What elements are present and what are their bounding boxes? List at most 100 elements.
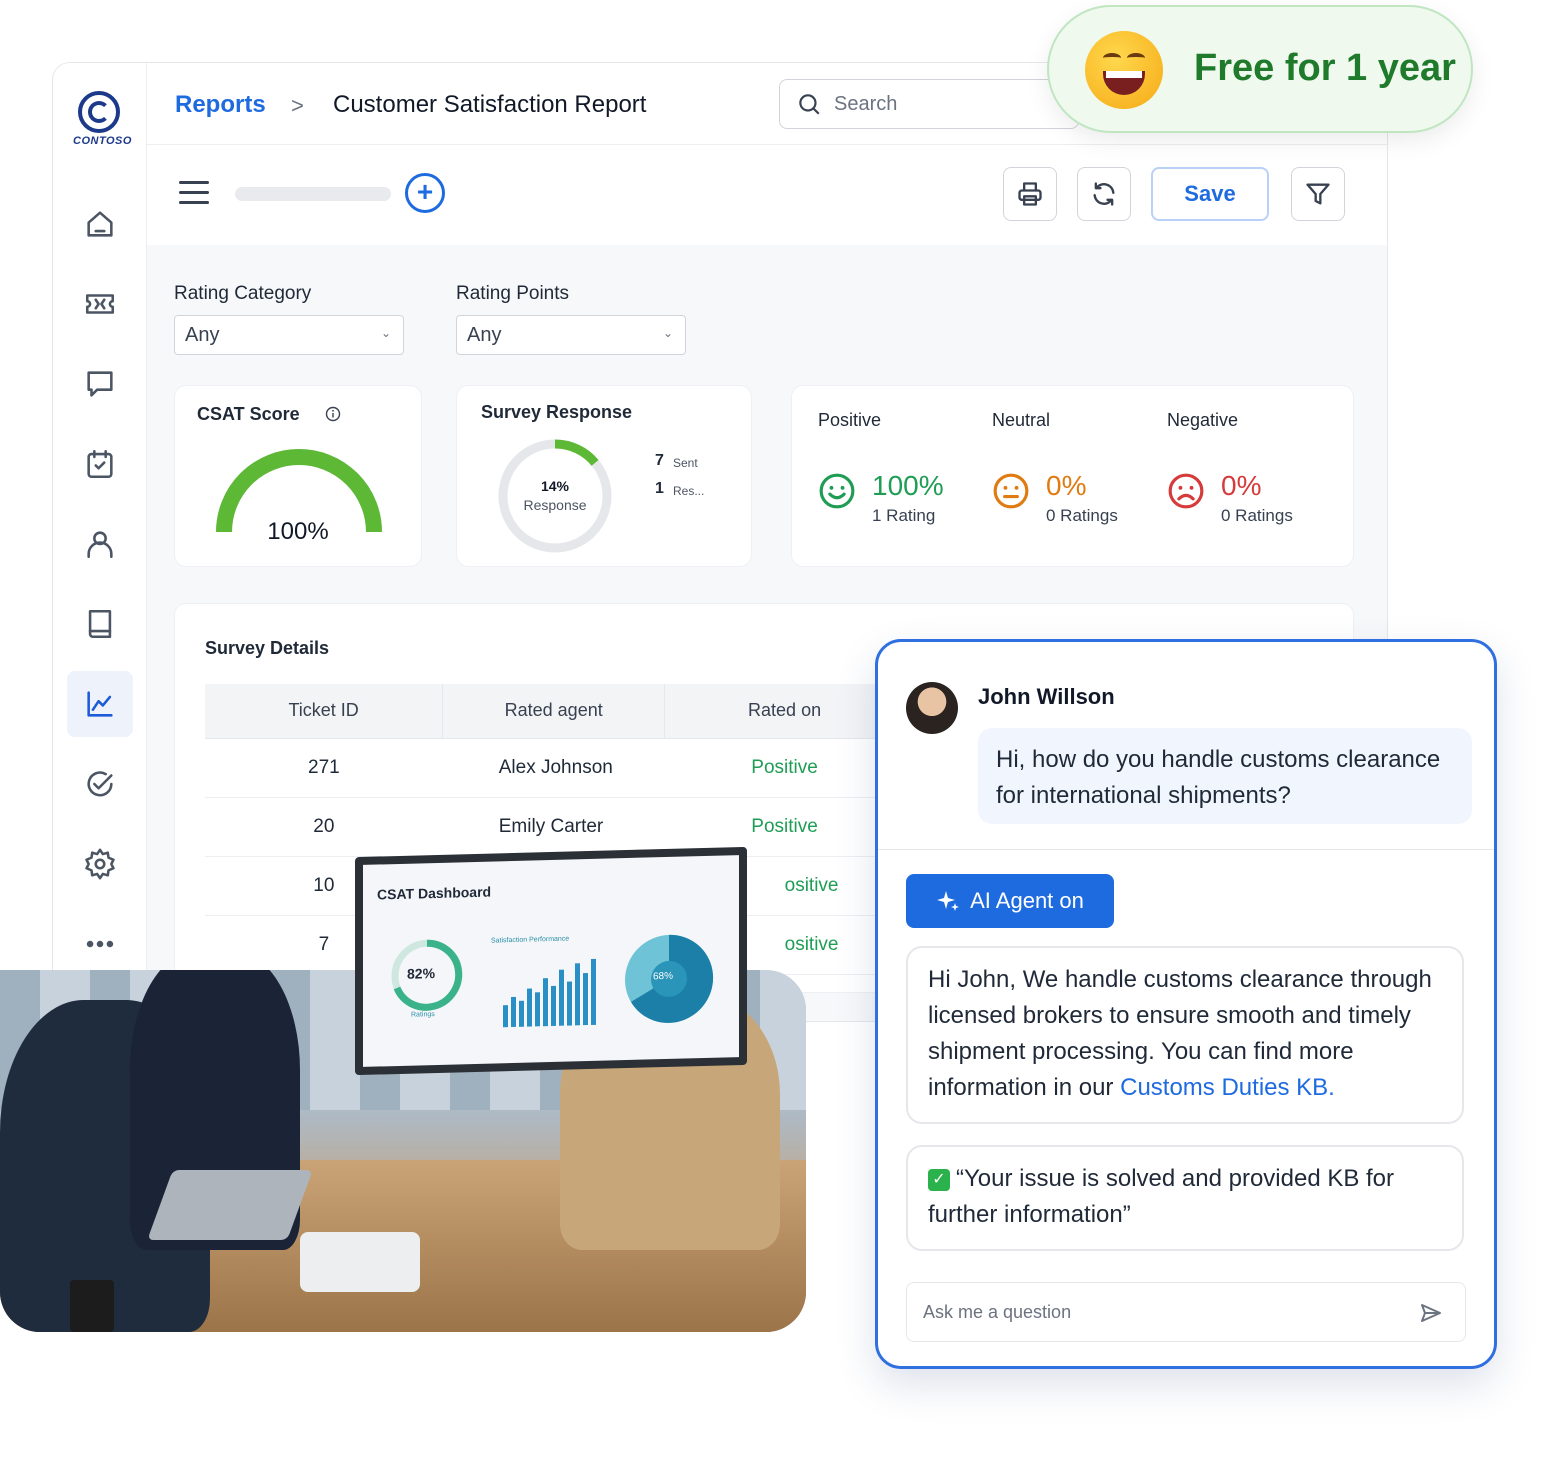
nav-settings[interactable] (67, 831, 133, 897)
bot-message: Hi John, We handle customs clearance thr… (906, 946, 1464, 1124)
loading-placeholder (235, 187, 391, 201)
refresh-button[interactable] (1077, 167, 1131, 221)
gear-icon (85, 848, 115, 880)
table-header-row: Ticket ID Rated agent Rated on (205, 684, 905, 739)
home-icon (87, 211, 113, 237)
survey-response-card: Survey Response 14% Response 7 Sent 1 Re… (456, 385, 752, 567)
check-mark-icon: ✓ (928, 1169, 950, 1191)
printer-icon (1018, 182, 1042, 206)
neutral-face-icon (993, 473, 1029, 509)
negative-label: Negative (1167, 410, 1239, 430)
chat-panel: John Willson Hi, how do you handle custo… (875, 639, 1497, 1369)
monitor-screen: CSAT Dashboard Satisfaction Performance … (363, 855, 739, 1067)
print-button[interactable] (1003, 167, 1057, 221)
rating-category-select[interactable]: Any ⌄ (174, 315, 404, 355)
chevron-down-icon: ⌄ (662, 326, 673, 340)
line-chart-icon (87, 691, 113, 717)
logo-text: CONTOSO (73, 135, 132, 147)
column-rated-on[interactable]: Rated on (664, 684, 905, 739)
filter-icon (1306, 183, 1330, 205)
avatar (906, 682, 958, 734)
ai-agent-label: AI Agent on (970, 888, 1084, 913)
add-button[interactable]: + (405, 173, 445, 213)
ai-agent-toggle[interactable]: AI Agent on (906, 874, 1114, 928)
page-title: Customer Satisfaction Report (333, 91, 647, 118)
sidebar: CONTOSO (53, 63, 147, 1021)
rating-points-label: Rating Points (456, 283, 570, 304)
table-row[interactable]: 20 Emily Carter Positive (205, 797, 905, 857)
nav-contacts[interactable] (67, 511, 133, 577)
search-input[interactable]: Search (779, 79, 1079, 129)
free-trial-badge: Free for 1 year (1047, 5, 1473, 133)
resolution-text: “Your issue is solved and provided KB fo… (928, 1165, 1395, 1228)
survey-response-percent-label: Response (523, 497, 587, 513)
refresh-icon (1093, 182, 1115, 206)
calendar-check-icon (87, 449, 113, 479)
positive-label: Positive (818, 410, 882, 430)
csat-value: 100% (267, 518, 329, 545)
breadcrumb-reports-link[interactable]: Reports (175, 91, 266, 119)
smile-icon (819, 473, 855, 509)
coffee-cup (70, 1280, 114, 1332)
rating-points-value: Any (467, 323, 502, 346)
table-row[interactable]: 271 Alex Johnson Positive (205, 738, 905, 798)
resolution-message: ✓ “Your issue is solved and provided KB f… (906, 1145, 1464, 1251)
ring-fill (554, 439, 599, 466)
monitor-pie-value: 68% (653, 970, 674, 983)
positive-ratings: 1 Rating (872, 506, 936, 525)
neutral-percent: 0% (1046, 470, 1087, 501)
laptop (147, 1170, 313, 1240)
responded-count: 1 (655, 480, 664, 497)
nav-approvals[interactable] (67, 751, 133, 817)
sentiment-card: Positive 100% 1 Rating Neutral 0% 0 Rati… (791, 385, 1354, 567)
chat-bubble-icon (87, 371, 113, 397)
divider (878, 849, 1494, 850)
projector (300, 1232, 420, 1292)
nav-home[interactable] (67, 191, 133, 257)
sad-face-icon (1168, 473, 1204, 509)
send-icon[interactable] (1419, 1301, 1443, 1325)
customs-duties-kb-link[interactable]: Customs Duties KB. (1120, 1074, 1335, 1101)
rating-points-select[interactable]: Any ⌄ (456, 315, 686, 355)
nav-tasks[interactable] (67, 431, 133, 497)
column-rated-agent[interactable]: Rated agent (442, 684, 666, 739)
toolbar: + Save (147, 145, 1387, 245)
monitor-ring-label: Ratings (411, 1011, 435, 1019)
sparkle-icon (937, 891, 960, 911)
free-trial-text: Free for 1 year (1194, 47, 1456, 89)
nav-tickets[interactable] (67, 271, 133, 337)
survey-response-ring (498, 439, 612, 553)
logo-mark (78, 91, 120, 133)
menu-icon[interactable] (179, 181, 209, 205)
chevron-down-icon: ⌄ (380, 326, 391, 340)
monitor-ring-value: 82% (407, 965, 436, 982)
nav-chat[interactable] (67, 351, 133, 417)
rated-agent: Emily Carter (442, 797, 665, 857)
responded-label: Res... (673, 484, 705, 498)
filter-button[interactable] (1291, 167, 1345, 221)
chat-input[interactable]: Ask me a question (906, 1282, 1466, 1342)
contoso-logo[interactable]: CONTOSO (73, 91, 132, 147)
chat-user-name: John Willson (978, 684, 1115, 709)
positive-percent: 100% (872, 470, 944, 501)
monitor-subtitle: Satisfaction Performance (491, 935, 570, 945)
dashboard-monitor: CSAT Dashboard Satisfaction Performance … (355, 846, 747, 1076)
nav-reports[interactable] (67, 671, 133, 737)
column-ticket-id[interactable]: Ticket ID (205, 684, 444, 739)
nav-knowledge-base[interactable] (67, 591, 133, 657)
negative-percent: 0% (1221, 470, 1262, 501)
survey-response-title: Survey Response (481, 402, 633, 422)
sent-label: Sent (673, 456, 698, 470)
neutral-ratings: 0 Ratings (1046, 506, 1118, 525)
rating-category-value: Any (185, 323, 220, 346)
user-icon (87, 531, 113, 559)
csat-title: CSAT Score (197, 404, 300, 424)
rated-agent: Alex Johnson (442, 738, 665, 798)
user-message: Hi, how do you handle customs clearance … (978, 728, 1472, 824)
save-button[interactable]: Save (1151, 167, 1269, 221)
rating-category-label: Rating Category (174, 283, 312, 304)
survey-response-percent: 14% (540, 478, 570, 494)
info-icon[interactable] (325, 406, 341, 422)
nav-more[interactable] (67, 911, 133, 977)
monitor-bar-chart (503, 955, 603, 1028)
